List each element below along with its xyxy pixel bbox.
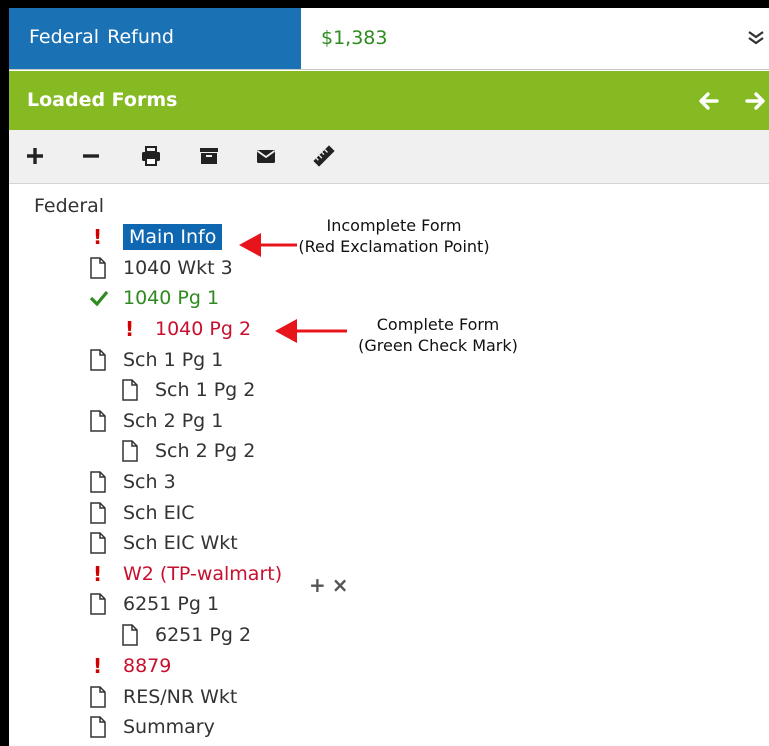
ruler-icon[interactable] [312, 144, 336, 168]
tree-item-6251-pg-2[interactable]: 6251 Pg 2 [121, 622, 251, 648]
tree-root-label: Federal [34, 195, 105, 217]
annotation-incomplete-note: (Red Exclamation Point) [298, 237, 490, 256]
arrow-right-icon[interactable] [743, 90, 767, 112]
tree-item-label: Sch 2 Pg 1 [123, 410, 224, 432]
document-icon [89, 530, 111, 556]
arrow-left-icon[interactable] [697, 90, 721, 112]
refund-bar: Federal Refund $1,383 [9, 8, 769, 70]
document-icon [89, 591, 111, 617]
refund-label: Federal Refund [9, 8, 301, 69]
annotation-arrow-complete [275, 319, 347, 343]
refund-amount: $1,383 [321, 27, 388, 49]
plus-icon[interactable] [23, 144, 47, 168]
document-icon [121, 438, 143, 464]
tree-item-1040-pg-2[interactable]: ! 1040 Pg 2 [121, 316, 251, 342]
tree-item-label: Sch 1 Pg 2 [155, 379, 256, 401]
tree-item-label: Sch EIC [123, 502, 195, 524]
document-icon [89, 408, 111, 434]
exclamation-icon: ! [93, 225, 103, 249]
tree-root-federal[interactable]: Federal [34, 193, 104, 219]
add-icon[interactable]: + [309, 573, 326, 597]
tree-item-label: Main Info [123, 224, 223, 250]
annotation-incomplete-title: Incomplete Form [326, 216, 462, 235]
tree-item-sch-1-pg-1[interactable]: Sch 1 Pg 1 [89, 347, 223, 373]
forms-toolbar [9, 130, 769, 184]
document-icon [89, 469, 111, 495]
tree-item-label: 1040 Wkt 3 [123, 257, 233, 279]
annotation-complete: Complete Form (Green Check Mark) [353, 314, 523, 356]
tree-item-label: Summary [123, 716, 215, 738]
tree-item-summary[interactable]: Summary [89, 714, 215, 740]
annotation-complete-title: Complete Form [376, 315, 500, 334]
tree-item-sch-eic[interactable]: Sch EIC [89, 500, 194, 526]
document-icon [89, 684, 111, 710]
tree-item-1040-pg-1[interactable]: 1040 Pg 1 [89, 285, 219, 311]
document-icon [89, 255, 111, 281]
tree-item-label: Sch EIC Wkt [123, 532, 238, 554]
tree-item-label: 6251 Pg 1 [123, 593, 220, 615]
tree-item-6251-pg-1[interactable]: 6251 Pg 1 [89, 591, 219, 617]
minus-icon[interactable] [79, 144, 103, 168]
tree-item-label: Sch 1 Pg 1 [123, 349, 224, 371]
tree-item-sch-3[interactable]: Sch 3 [89, 469, 176, 495]
forms-panel: Federal Refund $1,383 Loaded Forms Feder… [0, 0, 769, 746]
archive-icon[interactable] [197, 144, 221, 168]
loaded-forms-header: Loaded Forms [9, 71, 769, 130]
print-icon[interactable] [139, 144, 163, 168]
tree-item-label: Sch 3 [123, 471, 176, 493]
tree-item-sch-2-pg-2[interactable]: Sch 2 Pg 2 [121, 438, 255, 464]
tree-item-label: 1040 Pg 1 [123, 287, 220, 309]
document-icon [121, 622, 143, 648]
loaded-forms-title: Loaded Forms [27, 89, 178, 111]
w2-row-actions: + × [309, 573, 349, 597]
annotation-complete-note: (Green Check Mark) [358, 336, 518, 355]
exclamation-icon: ! [125, 317, 135, 341]
document-icon [89, 500, 111, 526]
remove-icon[interactable]: × [332, 573, 349, 597]
exclamation-icon: ! [93, 654, 103, 678]
tree-item-sch-1-pg-2[interactable]: Sch 1 Pg 2 [121, 377, 255, 403]
checkmark-icon [89, 285, 111, 311]
forms-tree: Federal ! Main Info 1040 Wkt 3 1040 Pg 1… [9, 184, 769, 746]
document-icon [121, 377, 143, 403]
tree-item-sch-2-pg-1[interactable]: Sch 2 Pg 1 [89, 408, 223, 434]
tree-item-8879[interactable]: ! 8879 [89, 653, 171, 679]
tree-item-w2[interactable]: ! W2 (TP-walmart) [89, 561, 282, 587]
tree-item-label: 6251 Pg 2 [155, 624, 252, 646]
tree-item-label: Sch 2 Pg 2 [155, 440, 256, 462]
document-icon [89, 714, 111, 740]
annotation-incomplete: Incomplete Form (Red Exclamation Point) [289, 215, 499, 257]
tree-item-label: 8879 [123, 655, 172, 677]
email-icon[interactable] [254, 144, 278, 168]
tree-item-label: 1040 Pg 2 [155, 318, 252, 340]
tree-item-label: W2 (TP-walmart) [123, 563, 283, 585]
tree-item-label: RES/NR Wkt [123, 686, 238, 708]
document-icon [89, 347, 111, 373]
double-chevron-down-icon[interactable] [743, 26, 769, 50]
exclamation-icon: ! [93, 562, 103, 586]
tree-item-main-info[interactable]: ! Main Info [89, 224, 223, 250]
tree-item-res-nr-wkt[interactable]: RES/NR Wkt [89, 684, 237, 710]
tree-item-sch-eic-wkt[interactable]: Sch EIC Wkt [89, 530, 238, 556]
tree-item-1040-wkt-3[interactable]: 1040 Wkt 3 [89, 255, 233, 281]
